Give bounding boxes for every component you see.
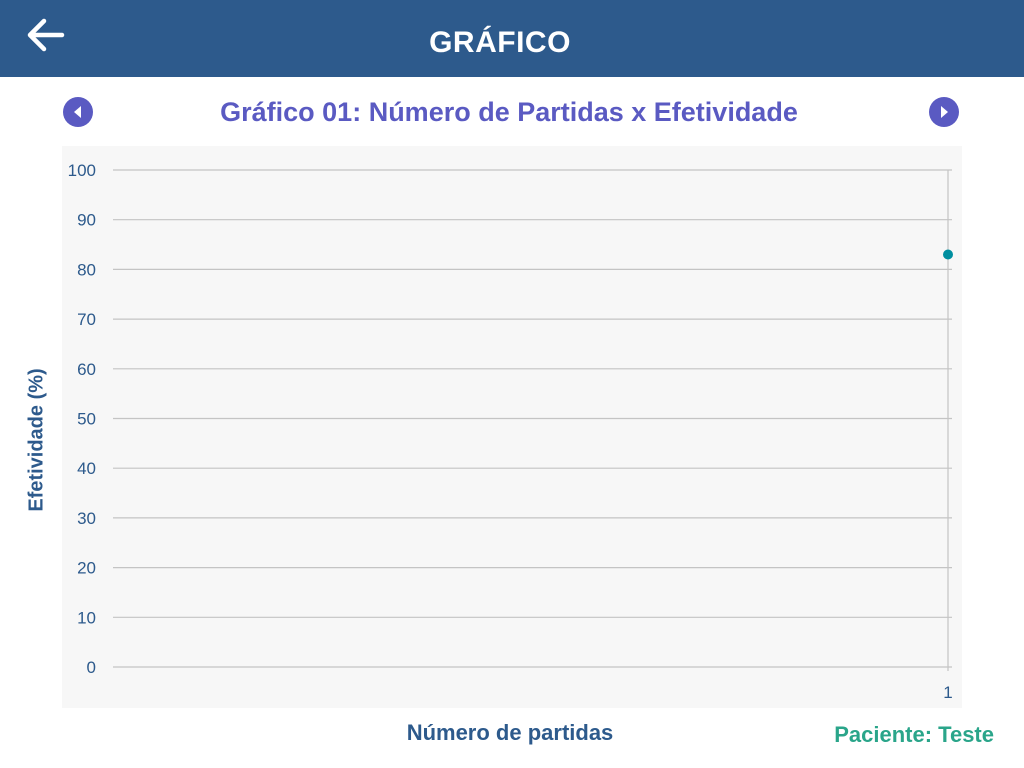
next-chart-button[interactable] (929, 97, 959, 127)
y-tick-label: 10 (77, 608, 96, 627)
triangle-left-icon (74, 106, 81, 118)
y-tick-label: 90 (77, 211, 96, 230)
y-tick-label: 80 (77, 260, 96, 279)
scatter-chart: 0 10 20 30 40 50 60 70 80 90 100 1 (68, 161, 953, 702)
y-tick-label: 100 (68, 161, 96, 180)
y-tick-label: 60 (77, 360, 96, 379)
x-tick-label: 1 (943, 683, 952, 702)
x-axis-label: Número de partidas (406, 720, 614, 745)
y-tick-label: 50 (77, 410, 96, 429)
y-tick-label: 0 (87, 658, 96, 677)
triangle-right-icon (941, 106, 948, 118)
y-tick-label: 20 (77, 559, 96, 578)
y-axis-label: Efetividade (%) (25, 368, 48, 512)
y-tick-label: 30 (77, 509, 96, 528)
chart-title: Gráfico 01: Número de Partidas x Efetivi… (220, 97, 798, 127)
y-tick-label: 70 (77, 310, 96, 329)
patient-name: Teste (938, 722, 994, 747)
patient-label: Paciente: (834, 722, 933, 747)
page-title: GRÁFICO (429, 26, 571, 59)
data-point[interactable] (943, 249, 953, 260)
patient-info: Paciente: Teste (834, 720, 994, 750)
y-tick-label: 40 (77, 459, 96, 478)
app-bar: GRÁFICO (0, 0, 1024, 77)
previous-chart-button[interactable] (63, 97, 93, 127)
chart-area: 0 10 20 30 40 50 60 70 80 90 100 1 (62, 146, 962, 708)
